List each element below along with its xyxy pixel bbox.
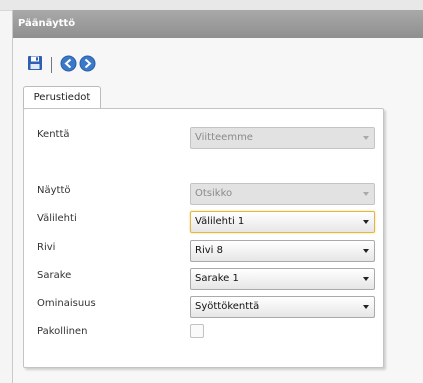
ominaisuus-value: Syöttökenttä bbox=[195, 301, 260, 312]
ominaisuus-select[interactable]: Syöttökenttä bbox=[190, 296, 375, 318]
back-icon[interactable] bbox=[60, 55, 78, 73]
chevron-down-icon bbox=[363, 305, 369, 309]
label-pakollinen: Pakollinen bbox=[37, 326, 88, 337]
form-panel: Kenttä Viitteemme Näyttö Otsikko Välileh… bbox=[23, 108, 384, 368]
rivi-value: Rivi 8 bbox=[195, 245, 223, 256]
label-naytto: Näyttö bbox=[37, 185, 71, 196]
valilehti-value: Välilehti 1 bbox=[195, 216, 245, 227]
kentta-select: Viitteemme bbox=[190, 127, 375, 149]
naytto-value: Otsikko bbox=[195, 188, 233, 199]
pakollinen-checkbox[interactable] bbox=[190, 324, 204, 338]
main-window: Päänäyttö Perustiedot Kenttä Viitteemme … bbox=[12, 10, 423, 383]
label-kentta: Kenttä bbox=[37, 129, 70, 140]
tab-perustiedot[interactable]: Perustiedot bbox=[23, 86, 101, 109]
kentta-value: Viitteemme bbox=[195, 132, 253, 143]
sarake-value: Sarake 1 bbox=[195, 273, 239, 284]
naytto-select: Otsikko bbox=[190, 183, 375, 205]
chevron-down-icon bbox=[363, 249, 369, 253]
sarake-select[interactable]: Sarake 1 bbox=[190, 268, 375, 290]
chevron-down-icon bbox=[363, 277, 369, 281]
chevron-down-icon bbox=[363, 136, 369, 140]
rivi-select[interactable]: Rivi 8 bbox=[190, 240, 375, 262]
chevron-down-icon bbox=[363, 192, 369, 196]
label-sarake: Sarake bbox=[37, 270, 72, 281]
toolbar-separator bbox=[51, 57, 52, 73]
window-title: Päänäyttö bbox=[13, 10, 423, 38]
label-ominaisuus: Ominaisuus bbox=[37, 298, 96, 309]
forward-icon[interactable] bbox=[79, 55, 97, 73]
chevron-down-icon bbox=[363, 220, 369, 224]
save-icon[interactable] bbox=[27, 55, 45, 73]
label-rivi: Rivi bbox=[37, 242, 56, 253]
label-valilehti: Välilehti bbox=[37, 213, 77, 224]
valilehti-select[interactable]: Välilehti 1 bbox=[190, 211, 375, 233]
